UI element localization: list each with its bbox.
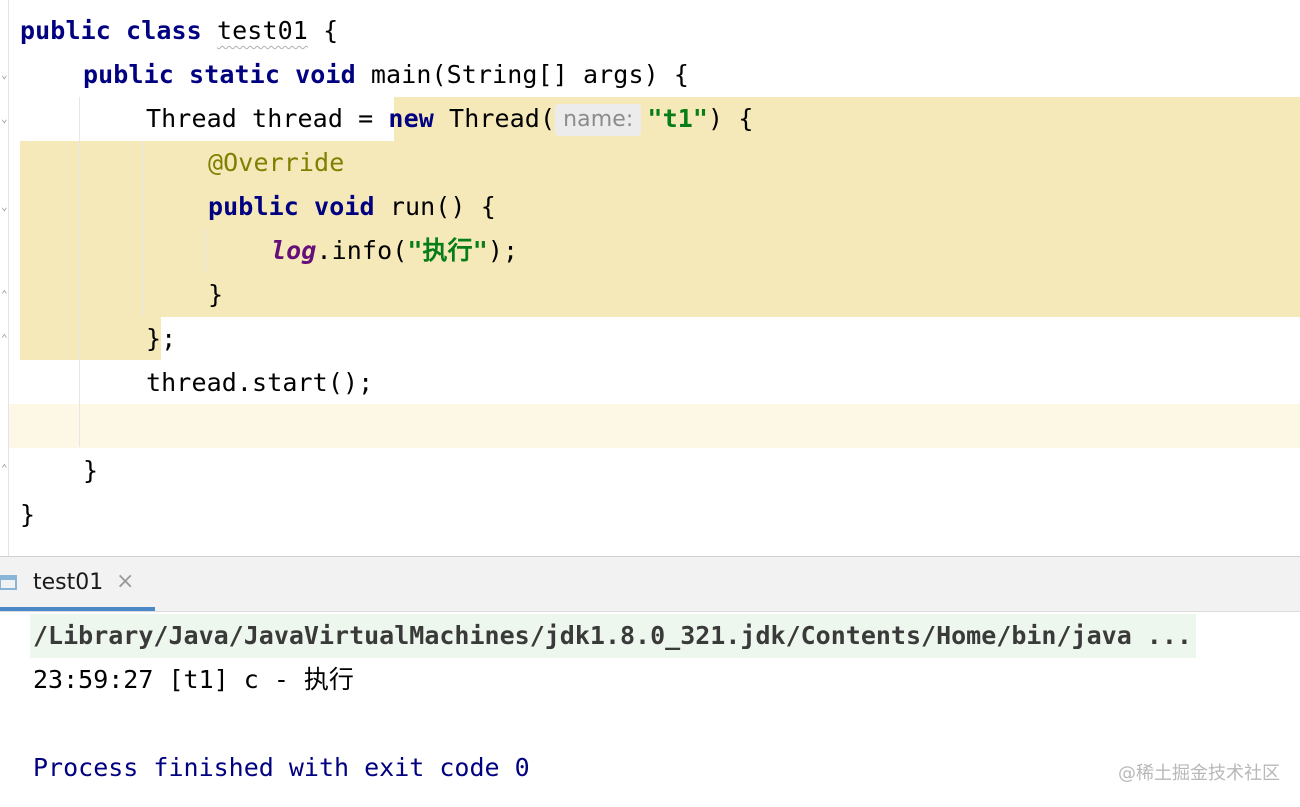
code-line-11: } [83, 449, 98, 493]
code-line-7: } [208, 273, 223, 317]
code-line-5: public void run() { [208, 185, 496, 229]
code-text: run() { [374, 192, 496, 221]
run-tab-bar: test01 × [0, 557, 1300, 612]
code-string: "执行" [407, 236, 488, 265]
code-text: }; [146, 324, 177, 353]
indent-guide [204, 229, 205, 273]
code-line-9: thread.start(); [146, 361, 373, 405]
code-text: thread.start(); [146, 368, 374, 397]
code-line-2: public static void main(String[] args) { [83, 53, 689, 97]
fold-icon[interactable]: ⌃ [1, 463, 13, 475]
indent-guide [79, 97, 80, 447]
code-text: .info( [316, 236, 408, 265]
tab-label: test01 [33, 570, 104, 595]
code-line-4: @Override [208, 141, 344, 185]
code-highlight [20, 316, 161, 360]
code-text: ); [487, 236, 519, 265]
run-panel: test01 × /Library/Java/JavaVirtualMachin… [0, 556, 1300, 807]
code-text: { [323, 16, 339, 45]
console-output-line: 23:59:27 [t1] c - 执行 [33, 665, 354, 694]
code-text: } [83, 456, 99, 485]
code-keyword: public class [20, 16, 202, 45]
code-text: } [20, 500, 36, 529]
close-icon[interactable]: × [116, 569, 134, 594]
code-string: "t1" [647, 104, 709, 133]
tab-test01[interactable]: test01 × [0, 557, 155, 611]
code-keyword: public static void [83, 60, 356, 89]
fold-icon[interactable]: ⌃ [1, 333, 13, 345]
code-annotation: @Override [208, 148, 345, 177]
code-line-8: }; [146, 317, 176, 361]
code-text: Thread( [433, 104, 556, 133]
indent-guide [142, 141, 143, 317]
code-editor[interactable]: ⌄ ⌄ ⌄ ⌃ ⌃ ⌃ public class test01 { public… [0, 0, 1300, 556]
fold-icon[interactable]: ⌄ [1, 113, 13, 125]
console-exit-line: Process finished with exit code 0 [33, 753, 530, 782]
parameter-hint: name: [555, 104, 642, 136]
run-config-icon [0, 575, 17, 590]
code-text: } [208, 280, 224, 309]
code-field: log [271, 236, 317, 265]
code-text: ) { [708, 104, 754, 133]
class-name: test01 [216, 16, 308, 45]
fold-icon[interactable]: ⌄ [1, 201, 13, 213]
code-keyword: public void [208, 192, 375, 221]
fold-icon[interactable]: ⌄ [1, 69, 13, 81]
current-line-highlight [9, 404, 1300, 448]
code-text: Thread thread = [146, 104, 389, 133]
console-command-line: /Library/Java/JavaVirtualMachines/jdk1.8… [30, 614, 1196, 658]
watermark: @稀土掘金技术社区 [1118, 763, 1280, 784]
fold-icon[interactable]: ⌃ [1, 289, 13, 301]
code-line-6: log.info("执行"); [271, 229, 518, 273]
code-keyword: new [388, 104, 434, 133]
code-line-1: public class test01 { [20, 9, 338, 53]
code-line-12: } [20, 493, 35, 537]
code-text: main(String[] args) { [370, 60, 690, 89]
code-line-3: Thread thread = new Thread(name: "t1") { [146, 97, 754, 141]
